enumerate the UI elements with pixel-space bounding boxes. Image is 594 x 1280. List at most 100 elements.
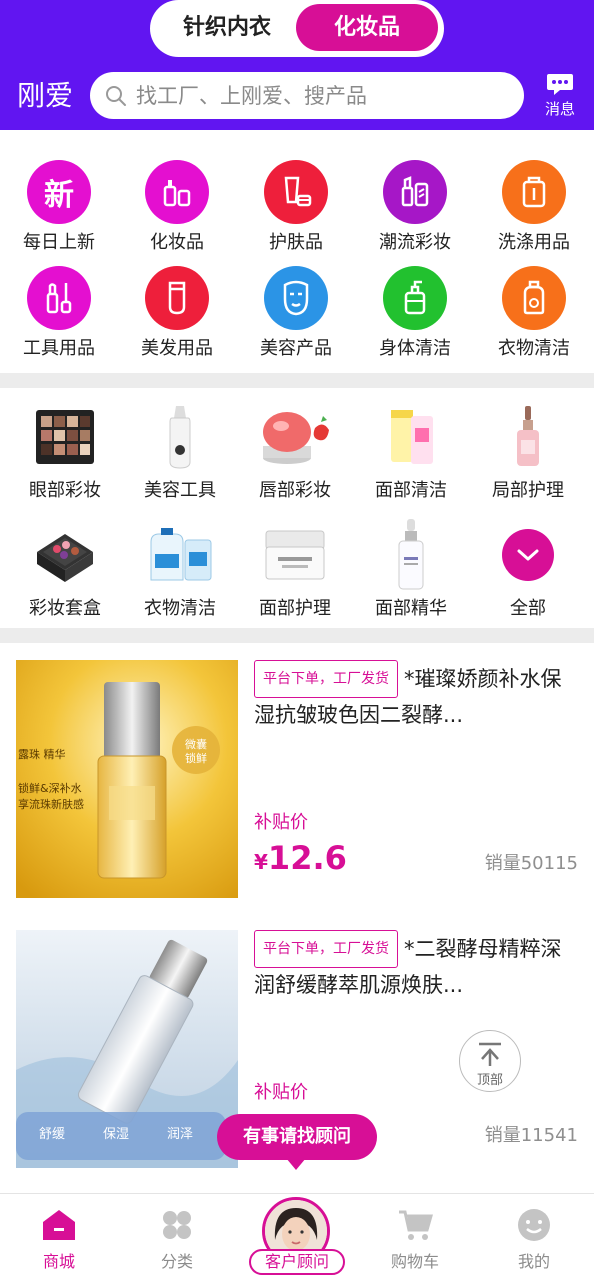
product-category-laundry[interactable]: 衣物清洁 [121, 520, 239, 630]
product-category-label: 美容工具 [144, 480, 216, 501]
category-label: 身体清洁 [379, 338, 451, 359]
back-to-top-button[interactable]: 顶部 [459, 1030, 521, 1092]
search-input[interactable] [136, 72, 516, 119]
product-title[interactable]: 平台下单，工厂发货 *二裂酵母精粹深润舒缓酵萃肌源焕肤... [254, 930, 574, 1002]
nav-label: 分类 [160, 1252, 193, 1271]
subsidy-label: 补贴价 [254, 812, 308, 833]
laundry-detergent-icon [140, 520, 220, 590]
product-category-label: 面部护理 [259, 598, 331, 619]
category-label: 美容产品 [260, 338, 332, 359]
category-grid: 新 每日上新 化妆品 护肤品 潮流彩妆 洗涤用品 工具用品 美发用品 美容产品 … [0, 130, 594, 373]
product-category-label: 衣物清洁 [144, 598, 216, 619]
category-label: 美发用品 [141, 338, 213, 359]
search-bar[interactable] [90, 72, 524, 119]
nav-category[interactable]: 分类 [118, 1194, 236, 1280]
nav-profile[interactable]: 我的 [475, 1194, 593, 1280]
sales-count: 销量50115 [484, 853, 578, 874]
category-detergent[interactable]: 洗涤用品 [475, 160, 593, 260]
chevron-down-icon [502, 529, 554, 581]
product-category-face-essence[interactable]: 面部精华 [352, 519, 470, 630]
category-skincare[interactable]: 护肤品 [237, 160, 355, 260]
cart-icon [396, 1206, 434, 1244]
category-label: 工具用品 [23, 338, 95, 359]
category-body-wash[interactable]: 身体清洁 [356, 266, 474, 366]
brand-name: 刚爱 [17, 79, 74, 112]
product-card[interactable]: 微囊 锁鲜 露珠 精华 锁鲜&深补水 享流珠新肤感 平台下单，工厂发货 *璀璨娇颜… [0, 643, 594, 898]
currency-symbol: ¥ [254, 850, 268, 874]
profile-icon [515, 1206, 553, 1244]
product-category-all[interactable]: 全部 [469, 520, 587, 630]
category-label: 潮流彩妆 [379, 232, 451, 253]
category-daily-new[interactable]: 新 每日上新 [0, 160, 118, 260]
advisor-label[interactable]: 客户顾问 [249, 1249, 345, 1275]
detergent-icon [502, 160, 566, 224]
new-icon: 新 [27, 160, 91, 224]
product-image[interactable]: 舒缓 保湿 润泽 [16, 930, 238, 1168]
subsidy-label: 补贴价 [254, 1082, 308, 1103]
back-to-top-label: 顶部 [476, 1073, 503, 1088]
all-categories-button-icon [488, 520, 568, 590]
haircare-icon [145, 266, 209, 330]
category-trend-makeup[interactable]: 潮流彩妆 [356, 160, 474, 260]
category-switcher: 针织内衣 化妆品 [150, 0, 444, 57]
svg-text:舒缓: 舒缓 [39, 1127, 65, 1142]
price-value: 12.6 [267, 839, 347, 877]
category-cosmetics[interactable]: 化妆品 [118, 160, 236, 260]
product-title[interactable]: 平台下单，工厂发货 *璀璨娇颜补水保湿抗皱玻色因二裂酵... [254, 660, 574, 732]
svg-text:润泽: 润泽 [167, 1127, 193, 1142]
eyeshadow-palette-icon [25, 402, 105, 472]
category-label: 洗涤用品 [498, 232, 570, 253]
body-wash-icon [383, 266, 447, 330]
messages-button[interactable]: 消息 [538, 70, 582, 124]
svg-text:露珠 精华: 露珠 精华 [18, 747, 66, 761]
category-haircare[interactable]: 美发用品 [118, 266, 236, 366]
messages-label: 消息 [544, 100, 575, 118]
product-category-beauty-tools[interactable]: 美容工具 [121, 402, 239, 512]
beauty-device-icon [140, 402, 220, 472]
tab-knitwear[interactable]: 针织内衣 [156, 4, 298, 51]
svg-text:保湿: 保湿 [103, 1127, 129, 1142]
product-category-face-cleansing[interactable]: 面部清洁 [352, 402, 470, 512]
product-category-label: 面部清洁 [375, 480, 447, 501]
tab-cosmetics[interactable]: 化妆品 [296, 4, 438, 51]
product-category-grid: 眼部彩妆 美容工具 唇部彩妆 面部清洁 局部护理 彩妆套盒 衣物清洁 面部护理 … [0, 388, 594, 628]
category-label: 每日上新 [23, 232, 95, 253]
arrow-up-icon [479, 1042, 501, 1066]
category-label: 护肤品 [269, 232, 323, 253]
product-category-label: 唇部彩妆 [259, 480, 331, 501]
product-category-face-care[interactable]: 面部护理 [236, 520, 354, 630]
nav-label: 商城 [42, 1252, 75, 1271]
product-category-makeup-kit[interactable]: 彩妆套盒 [6, 520, 124, 630]
product-category-eye-makeup[interactable]: 眼部彩妆 [6, 402, 124, 512]
nav-cart[interactable]: 购物车 [356, 1194, 474, 1280]
face-cream-icon [255, 520, 335, 590]
makeup-kit-icon [25, 520, 105, 590]
product-image[interactable]: 微囊 锁鲜 露珠 精华 锁鲜&深补水 享流珠新肤感 [16, 660, 238, 898]
nav-label: 我的 [517, 1252, 550, 1271]
category-tools[interactable]: 工具用品 [0, 266, 118, 366]
category-laundry[interactable]: 衣物清洁 [475, 266, 593, 366]
product-list: 微囊 锁鲜 露珠 精华 锁鲜&深补水 享流珠新肤感 平台下单，工厂发货 *璀璨娇颜… [0, 643, 594, 1193]
laundry-icon [502, 266, 566, 330]
category-beauty-products[interactable]: 美容产品 [237, 266, 355, 366]
product-category-local-care[interactable]: 局部护理 [469, 402, 587, 512]
face-mask-icon [264, 266, 328, 330]
tools-icon [27, 266, 91, 330]
product-price: ¥12.6 [254, 839, 347, 877]
lip-balm-icon [255, 402, 335, 472]
nav-mall[interactable]: 商城 [0, 1194, 118, 1280]
platform-tag: 平台下单，工厂发货 [254, 930, 398, 968]
product-category-lip-makeup[interactable]: 唇部彩妆 [236, 402, 354, 512]
product-category-label: 眼部彩妆 [29, 480, 101, 501]
product-category-label: 全部 [510, 598, 546, 619]
svg-text:享流珠新肤感: 享流珠新肤感 [18, 797, 84, 811]
svg-text:微囊: 微囊 [185, 737, 207, 751]
search-icon [106, 86, 126, 106]
platform-tag: 平台下单，工厂发货 [254, 660, 398, 698]
advisor-bubble[interactable]: 有事请找顾问 [217, 1114, 377, 1160]
svg-text:锁鲜&深补水: 锁鲜&深补水 [18, 781, 82, 795]
skincare-icon [264, 160, 328, 224]
product-category-label: 面部精华 [375, 598, 447, 619]
nav-label: 购物车 [390, 1252, 439, 1271]
category-icon [158, 1206, 196, 1244]
